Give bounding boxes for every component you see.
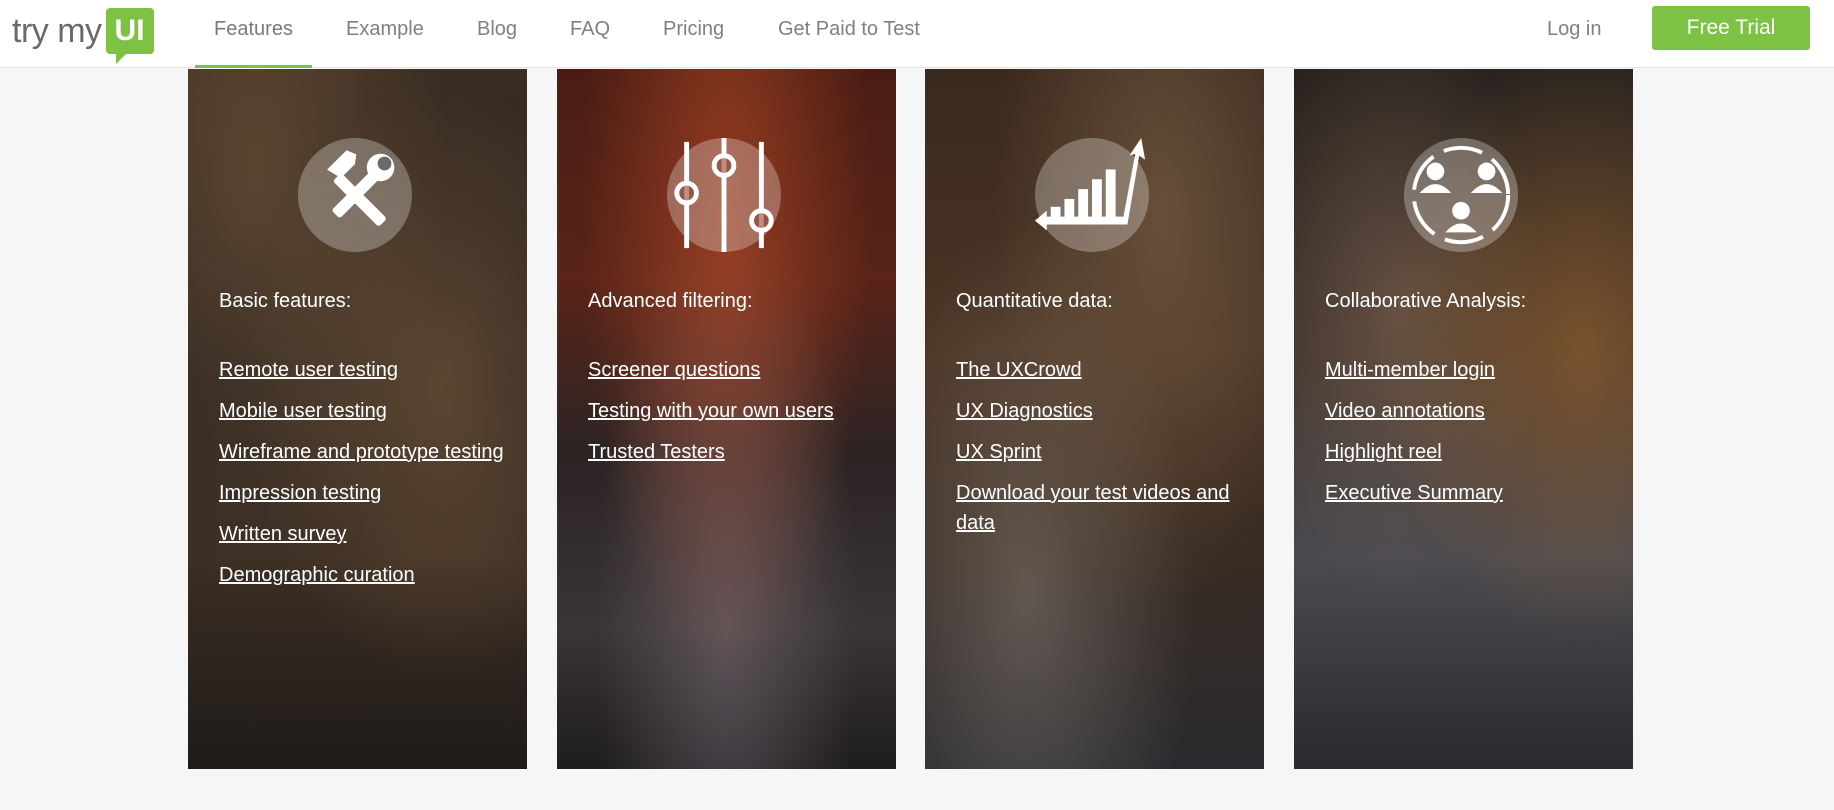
feature-card-collaborative: Collaborative Analysis: Multi-member log… <box>1294 69 1633 769</box>
tools-icon <box>297 137 413 253</box>
link-mobile-user-testing[interactable]: Mobile user testing <box>219 396 509 426</box>
link-uxcrowd[interactable]: The UXCrowd <box>956 355 1246 385</box>
feature-card-filtering: Advanced filtering: Screener questions T… <box>557 69 896 769</box>
link-testing-own-users[interactable]: Testing with your own users <box>588 396 878 426</box>
top-navigation: try my UI Features Example Blog FAQ Pric… <box>0 0 1834 68</box>
login-link[interactable]: Log in <box>1547 0 1602 58</box>
card-heading: Basic features: <box>219 290 352 312</box>
feature-card-quantitative: Quantitative data: The UXCrowd UX Diagno… <box>925 69 1264 769</box>
card-link-list: Screener questions Testing with your own… <box>588 355 878 478</box>
feature-card-basic: Basic features: Remote user testing Mobi… <box>188 69 527 769</box>
link-highlight-reel[interactable]: Highlight reel <box>1325 437 1615 467</box>
link-wireframe-prototype-testing[interactable]: Wireframe and prototype testing <box>219 437 509 467</box>
link-demographic-curation[interactable]: Demographic curation <box>219 560 509 590</box>
link-download-test-videos[interactable]: Download your test videos and data <box>956 478 1246 538</box>
sliders-icon <box>666 137 782 253</box>
card-heading: Advanced filtering: <box>588 290 753 312</box>
link-written-survey[interactable]: Written survey <box>219 519 509 549</box>
nav-features[interactable]: Features <box>195 0 312 68</box>
link-screener-questions[interactable]: Screener questions <box>588 355 878 385</box>
link-remote-user-testing[interactable]: Remote user testing <box>219 355 509 385</box>
logo-badge: UI <box>105 8 154 64</box>
link-ux-sprint[interactable]: UX Sprint <box>956 437 1246 467</box>
free-trial-button[interactable]: Free Trial <box>1652 6 1810 50</box>
growth-chart-icon <box>1034 137 1150 253</box>
nav-faq[interactable]: FAQ <box>570 0 610 68</box>
link-ux-diagnostics[interactable]: UX Diagnostics <box>956 396 1246 426</box>
logo[interactable]: try my UI <box>12 6 154 64</box>
link-impression-testing[interactable]: Impression testing <box>219 478 509 508</box>
logo-text: try my <box>12 12 102 50</box>
card-heading: Quantitative data: <box>956 290 1113 312</box>
nav-example[interactable]: Example <box>346 0 424 68</box>
card-link-list: Remote user testing Mobile user testing … <box>219 355 509 601</box>
card-link-list: Multi-member login Video annotations Hig… <box>1325 355 1615 519</box>
nav-blog[interactable]: Blog <box>477 0 517 68</box>
nav-get-paid-to-test[interactable]: Get Paid to Test <box>778 0 920 68</box>
link-video-annotations[interactable]: Video annotations <box>1325 396 1615 426</box>
nav-pricing[interactable]: Pricing <box>663 0 724 68</box>
link-multi-member-login[interactable]: Multi-member login <box>1325 355 1615 385</box>
team-icon <box>1403 137 1519 253</box>
card-heading: Collaborative Analysis: <box>1325 290 1527 312</box>
link-executive-summary[interactable]: Executive Summary <box>1325 478 1615 508</box>
link-trusted-testers[interactable]: Trusted Testers <box>588 437 878 467</box>
card-link-list: The UXCrowd UX Diagnostics UX Sprint Dow… <box>956 355 1246 549</box>
